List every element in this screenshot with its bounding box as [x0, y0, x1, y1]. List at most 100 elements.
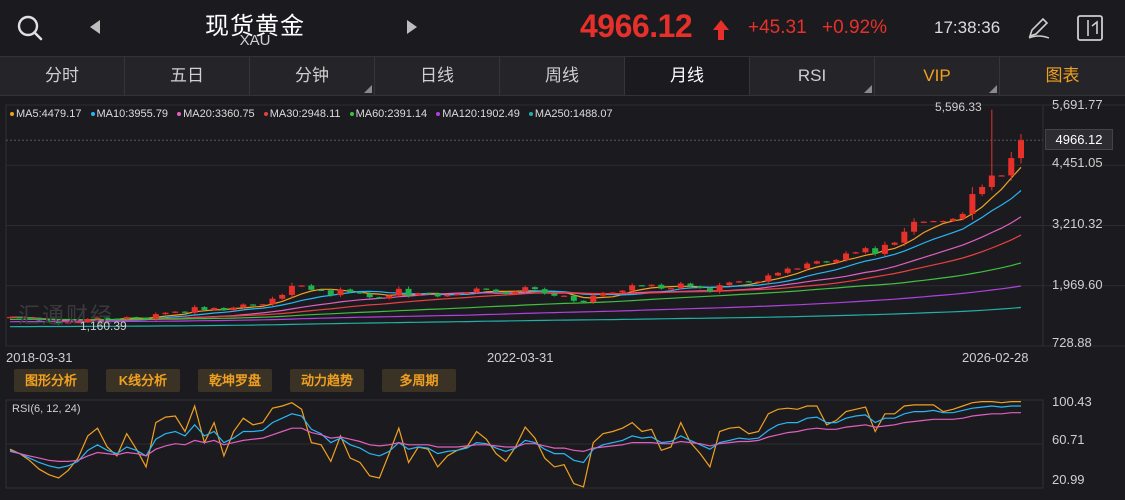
candle-body — [668, 288, 675, 290]
tab-label: 分钟 — [295, 66, 329, 85]
candle-body — [949, 218, 956, 221]
tab-label: 分时 — [45, 66, 79, 85]
tab-monthly[interactable]: 月线 — [625, 57, 750, 95]
price-change-percent: +0.92% — [822, 17, 887, 38]
rsi-y-tick-label: 100.43 — [1052, 394, 1092, 409]
tab-minute[interactable]: 分钟 — [250, 57, 375, 95]
multi-period-button[interactable]: 多周期 — [382, 369, 456, 392]
ma250-dot — [528, 112, 533, 117]
candle-body — [599, 292, 606, 296]
tab-rsi[interactable]: RSI — [750, 57, 875, 95]
candle-body — [473, 288, 480, 293]
candlestick-chart[interactable] — [0, 95, 1125, 350]
qiankun-compass-button[interactable]: 乾坤罗盘 — [198, 369, 272, 392]
candle-body — [152, 314, 159, 320]
candle-body — [901, 231, 908, 243]
y-tick-label: 5,691.77 — [1052, 97, 1103, 112]
ma120-value: MA120:1902.49 — [442, 108, 520, 120]
candle-body — [794, 268, 801, 270]
x-tick-label: 2022-03-31 — [487, 350, 554, 365]
candle-body — [376, 297, 383, 299]
candle-body — [133, 317, 140, 319]
tab-label: 周线 — [545, 66, 579, 85]
candle-body — [240, 304, 247, 308]
tab-label: RSI — [797, 66, 827, 85]
ma-legend-item: MA60:2391.14 — [349, 108, 427, 120]
candle-body — [969, 194, 976, 214]
candle-body — [288, 285, 295, 295]
y-tick-label: 1,969.60 — [1052, 277, 1103, 292]
candle-body — [823, 261, 830, 263]
candle-body — [580, 300, 587, 303]
current-price-tag: 4966.12 — [1045, 129, 1113, 150]
candle-body — [930, 221, 937, 223]
candle-body — [716, 285, 723, 292]
candle-body — [181, 311, 188, 313]
rsi-y-tick-label: 60.71 — [1052, 432, 1085, 447]
tab-vip[interactable]: VIP — [875, 57, 1000, 95]
candle-body — [522, 287, 529, 292]
candle-body — [697, 286, 704, 289]
candle-body — [434, 293, 441, 297]
candle-body — [755, 281, 762, 283]
candle-body — [366, 293, 373, 298]
rsi-chart[interactable] — [0, 396, 1125, 500]
tab-daily[interactable]: 日线 — [375, 57, 500, 95]
candle-body — [658, 284, 665, 289]
rsi24-line — [9, 412, 1021, 463]
ma-legend-item: MA20:3360.75 — [177, 108, 255, 120]
ma10-value: MA10:3955.79 — [96, 108, 169, 120]
top-bar: 现货黄金 XAU 4966.12 +45.31 +0.92% 17:38:36 — [0, 0, 1125, 56]
tab-label: 五日 — [170, 66, 204, 85]
candle-body — [988, 175, 995, 187]
momentum-trend-button[interactable]: 动力趋势 — [290, 369, 364, 392]
ma30-value: MA30:2948.11 — [269, 108, 341, 120]
candle-body — [911, 221, 918, 232]
candle-body — [959, 213, 966, 219]
ma120-dot — [436, 112, 441, 117]
candle-body — [425, 293, 432, 295]
pattern-analysis-button[interactable]: 图形分析 — [14, 369, 88, 392]
ma250-value: MA250:1488.07 — [534, 108, 613, 120]
candle-body — [444, 294, 451, 297]
tab-intraday[interactable]: 分时 — [0, 57, 125, 95]
pen-icon[interactable] — [1026, 16, 1052, 40]
ma-legend: MA5:4479.17 MA10:3955.79 MA20:3360.75 MA… — [10, 108, 619, 120]
ma20-line — [9, 216, 1022, 322]
candle-body — [843, 253, 850, 260]
kline-analysis-button[interactable]: K线分析 — [106, 369, 180, 392]
candle-body — [327, 290, 334, 296]
candle-body — [395, 288, 402, 296]
candle-body — [279, 294, 286, 299]
candle-body — [804, 263, 811, 269]
window-toggle-icon[interactable] — [1076, 14, 1104, 42]
candle-body — [493, 289, 500, 293]
candle-body — [1008, 158, 1015, 176]
candle-body — [541, 289, 548, 294]
ma-legend-item: MA120:1902.49 — [436, 108, 520, 120]
tab-chart[interactable]: 图表 — [1000, 57, 1125, 95]
tab-five-day[interactable]: 五日 — [125, 57, 250, 95]
ma5-dot — [10, 112, 14, 117]
tab-weekly[interactable]: 周线 — [500, 57, 625, 95]
candle-body — [454, 293, 461, 296]
candle-body — [220, 307, 227, 311]
chevron-right-icon[interactable] — [405, 19, 419, 35]
candle-body — [765, 275, 772, 282]
candle-body — [590, 295, 597, 303]
ma-legend-item: MA30:2948.11 — [263, 108, 341, 120]
search-icon[interactable] — [16, 14, 44, 42]
candle-body — [648, 284, 655, 287]
ma-legend-item: MA5:4479.17 — [10, 108, 81, 120]
candle-body — [561, 295, 568, 297]
candle-body — [211, 307, 218, 310]
ma60-dot — [349, 112, 354, 117]
candle-body — [191, 307, 198, 313]
candle-body — [347, 289, 354, 293]
chevron-left-icon[interactable] — [88, 19, 102, 35]
ma20-dot — [177, 112, 182, 117]
ma-legend-item: MA10:3955.79 — [90, 108, 169, 120]
candle-body — [570, 295, 577, 301]
ma5-line — [9, 166, 1022, 323]
candle-body — [318, 289, 325, 292]
